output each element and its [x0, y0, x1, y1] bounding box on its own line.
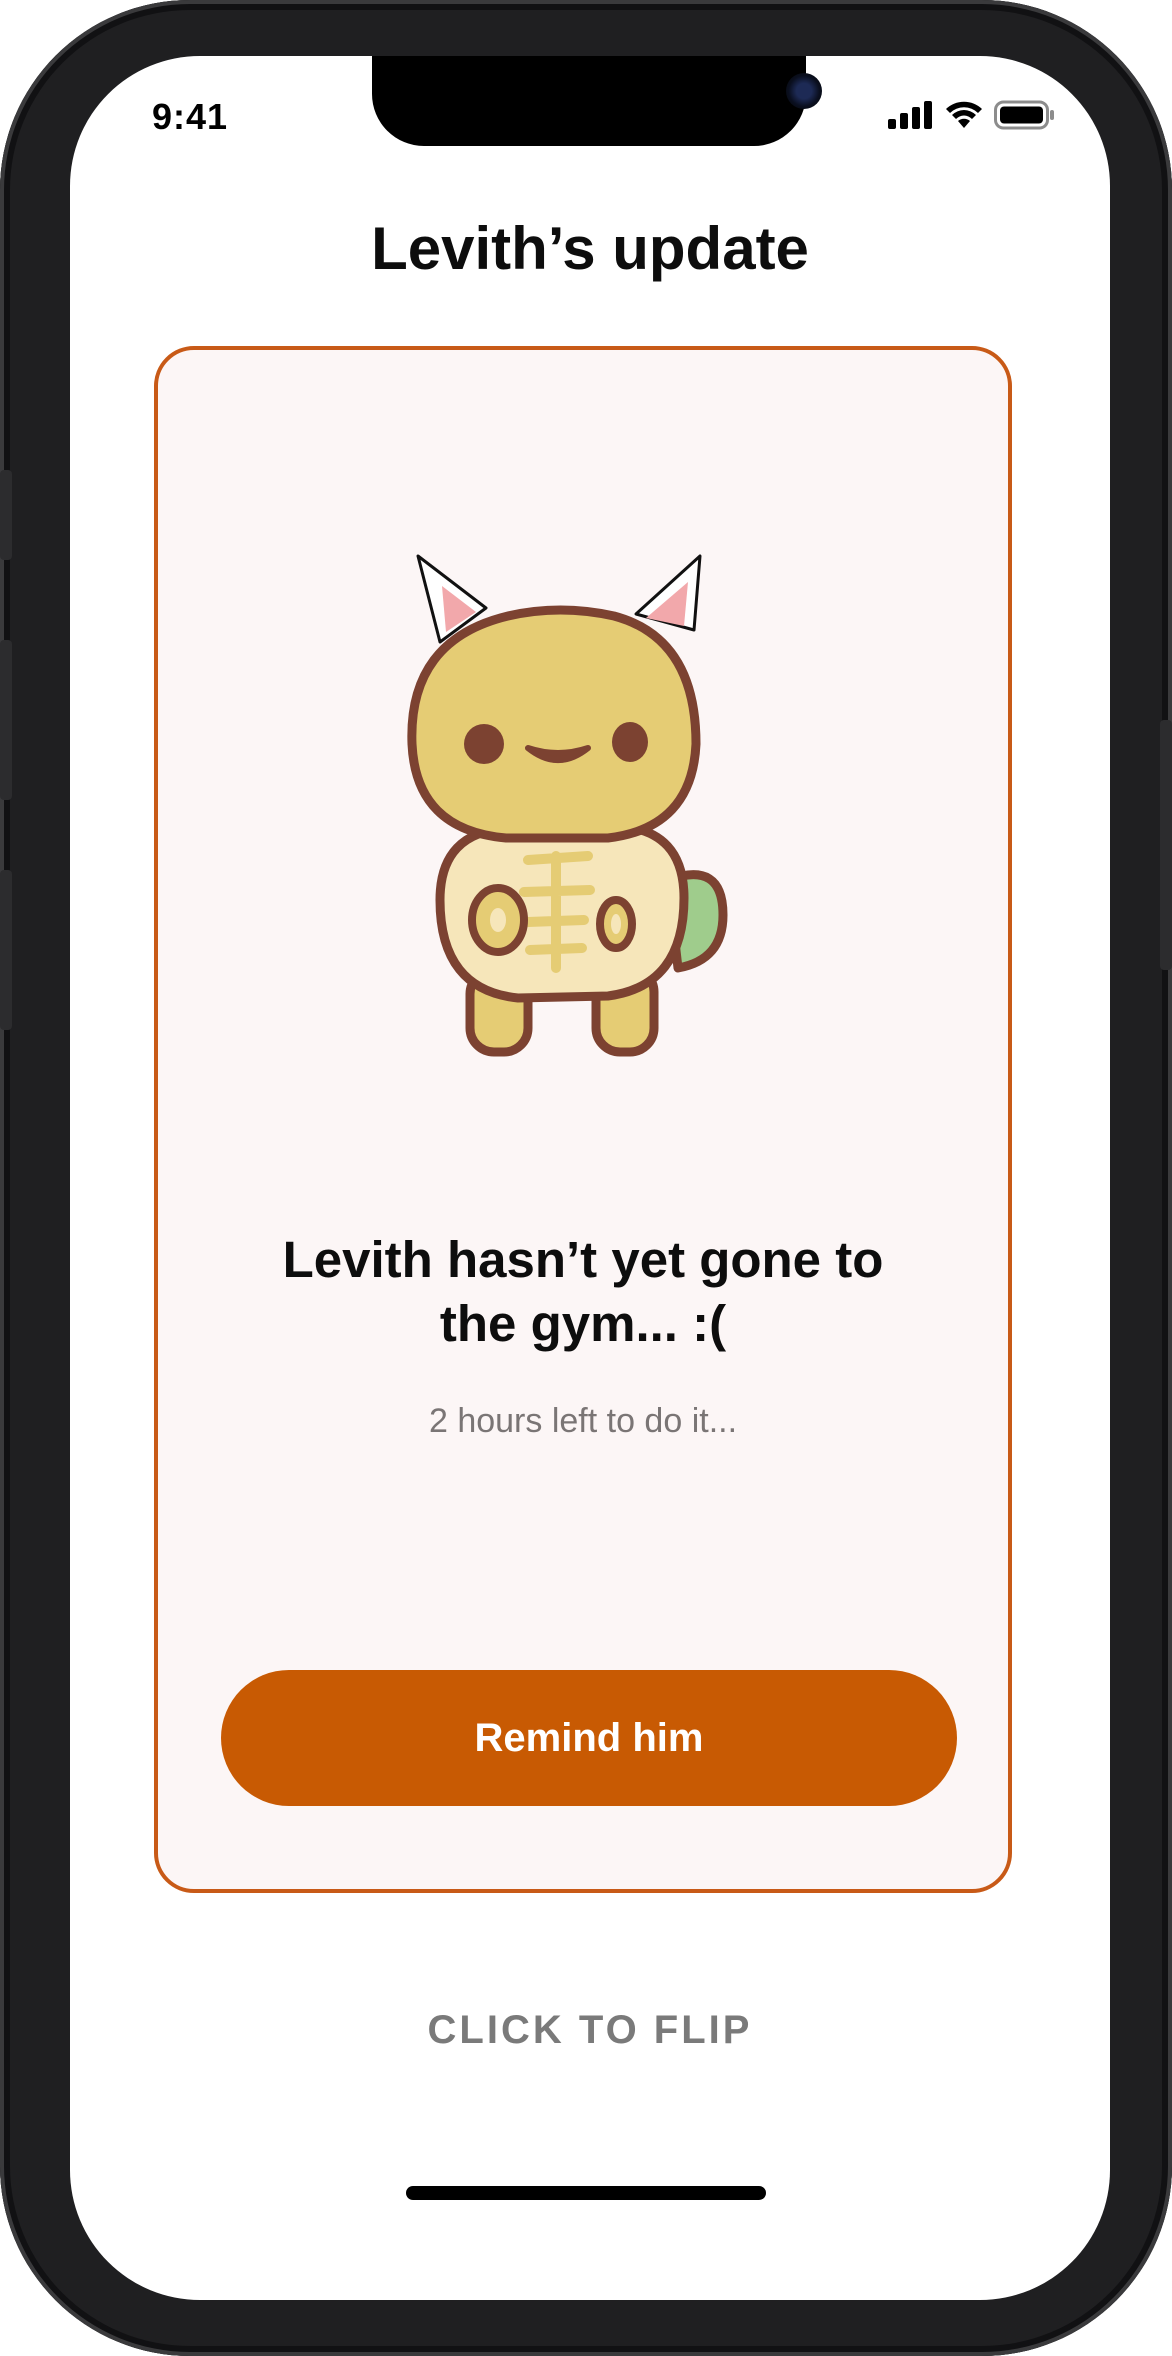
- app-screen: 9:41 Levith’s update Levith hasn’t yet g…: [70, 56, 1110, 2300]
- volume-down-button: [0, 870, 12, 1030]
- mute-switch: [0, 470, 12, 560]
- home-indicator[interactable]: [406, 2186, 766, 2200]
- page-title: Levith’s update: [371, 215, 809, 282]
- status-message-line-1: Levith hasn’t yet gone to: [282, 1231, 884, 1288]
- power-button: [1160, 720, 1172, 970]
- battery-icon: [994, 100, 1054, 130]
- notch: [372, 56, 822, 146]
- time-remaining-text: 2 hours left to do it...: [428, 1402, 738, 1440]
- click-to-flip-link[interactable]: CLICK TO FLIP: [70, 2008, 1110, 2053]
- volume-up-button: [0, 640, 12, 800]
- turtle-mascot-illustration: [407, 554, 728, 1057]
- phone-frame: 9:41 Levith’s update Levith hasn’t yet g…: [0, 0, 1172, 2356]
- update-card[interactable]: Levith hasn’t yet gone to the gym... :( …: [154, 346, 1012, 1893]
- status-message-line-2: the gym... :(: [439, 1295, 727, 1352]
- status-icons: [888, 100, 1056, 130]
- status-message: Levith hasn’t yet gone to the gym... :(: [158, 1228, 1008, 1356]
- status-time: 9:41: [152, 96, 229, 137]
- front-camera: [786, 73, 822, 109]
- wifi-icon: [946, 101, 982, 128]
- cellular-signal-icon: [888, 101, 932, 129]
- remind-him-button[interactable]: Remind him: [221, 1670, 957, 1806]
